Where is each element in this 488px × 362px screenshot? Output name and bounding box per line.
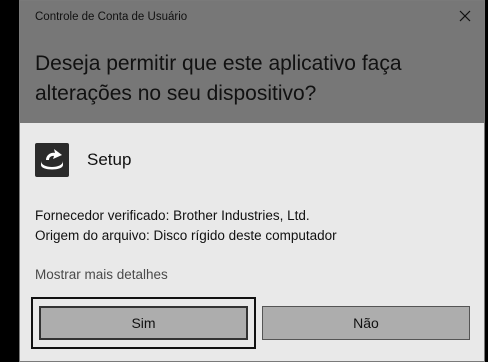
more-details-link[interactable]: Mostrar mais detalhes [35, 267, 168, 282]
dialog-caption: Controle de Conta de Usuário [35, 11, 188, 23]
close-icon [459, 10, 471, 22]
setup-app-icon [35, 143, 69, 177]
app-name: Setup [87, 150, 132, 169]
uac-dialog: Controle de Conta de Usuário Deseja perm… [19, 0, 485, 362]
no-button[interactable]: Não [262, 306, 470, 340]
yes-button[interactable]: Sim [39, 306, 248, 340]
close-button[interactable] [452, 3, 478, 29]
publisher-info: Fornecedor verificado: Brother Industrie… [35, 206, 337, 246]
dialog-question: Deseja permitir que este aplicativo faça… [35, 52, 402, 105]
dialog-header: Controle de Conta de Usuário Deseja perm… [20, 1, 484, 123]
publisher-line: Fornecedor verificado: Brother Industrie… [35, 208, 310, 223]
origin-line: Origem do arquivo: Disco rígido deste co… [35, 228, 337, 243]
app-row: Setup [35, 143, 131, 177]
